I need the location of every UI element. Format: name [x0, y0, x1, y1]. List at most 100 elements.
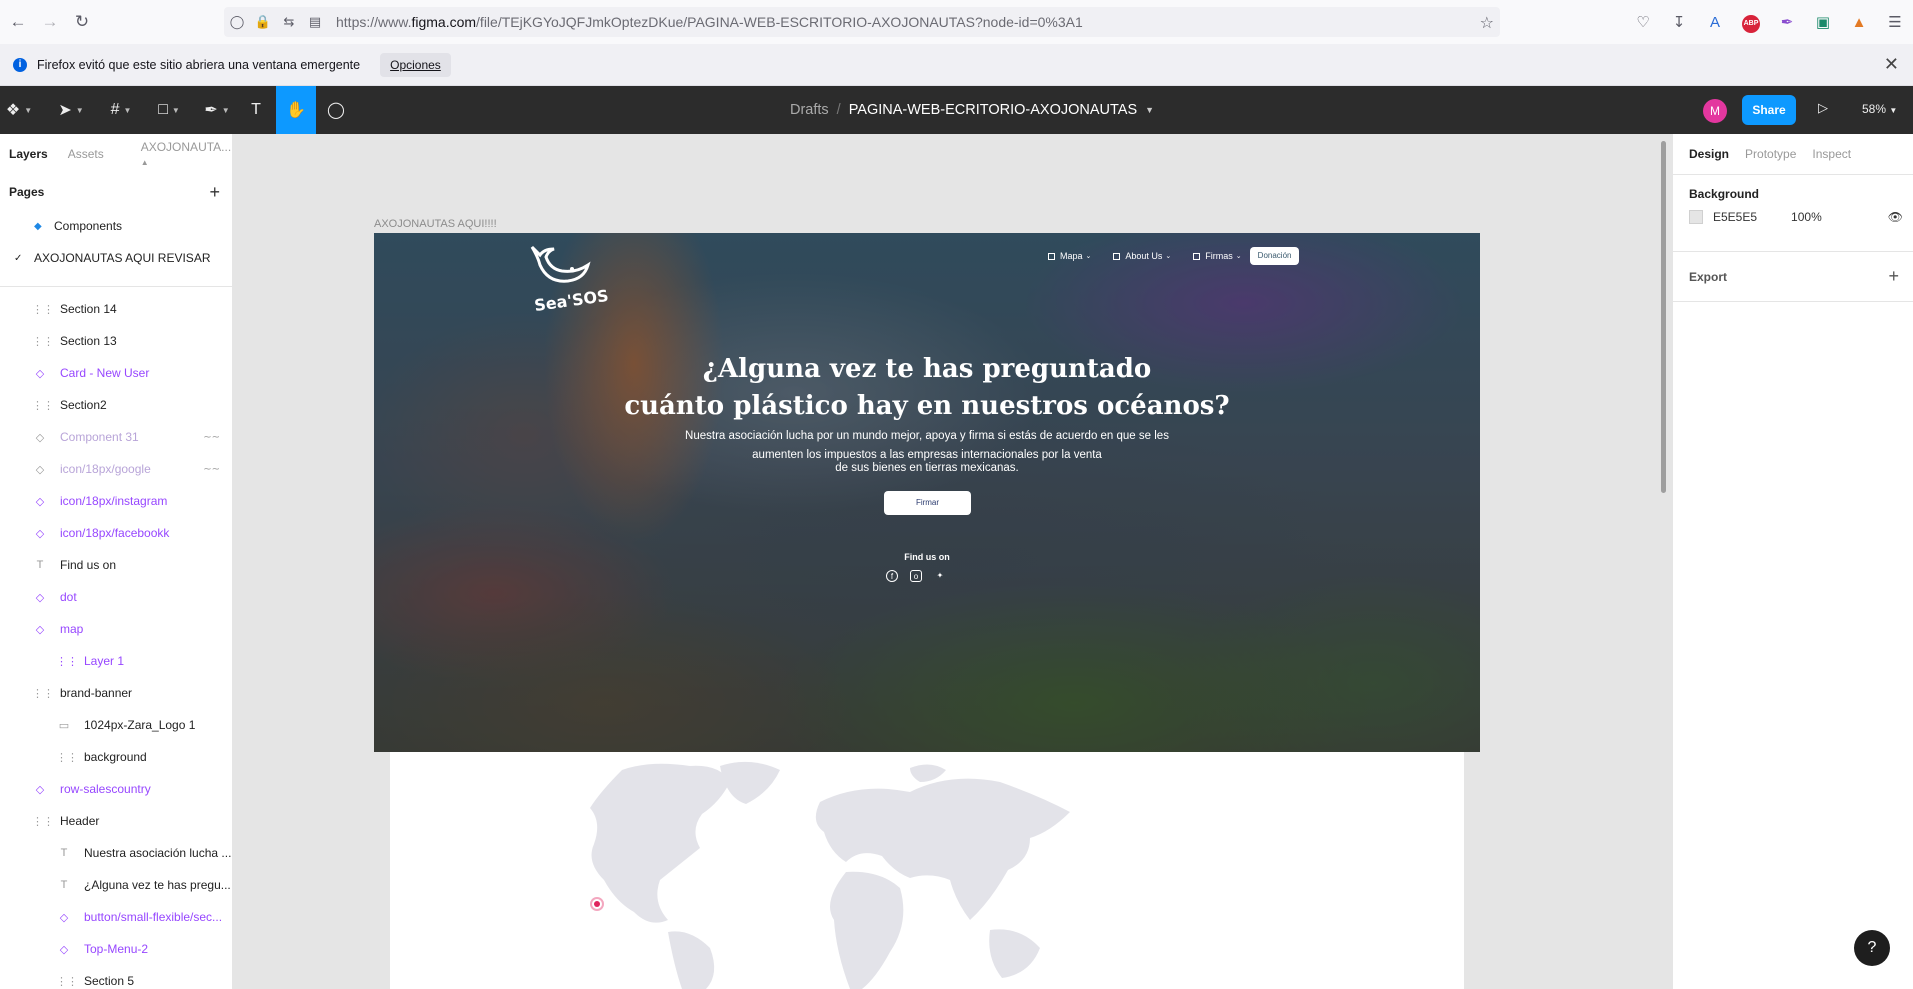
options-button[interactable]: Opciones [380, 52, 451, 77]
pocket-icon[interactable]: ♡ [1625, 13, 1661, 31]
bg-opacity-field[interactable]: 100% [1791, 210, 1822, 224]
abp-icon[interactable]: ABP [1733, 12, 1769, 33]
add-page-icon[interactable]: + [209, 182, 220, 203]
close-icon[interactable]: ✕ [1884, 54, 1899, 75]
layer-item[interactable]: ⋮⋮ Section2 [0, 389, 232, 421]
fox-icon[interactable]: ▲ [1841, 14, 1877, 31]
layer-item[interactable]: ⋮⋮ brand-banner [0, 677, 232, 709]
shield-icon[interactable]: ◯ [224, 14, 250, 30]
pen-icon[interactable]: ✒ [1769, 13, 1805, 31]
layer-item[interactable]: ▭ 1024px-Zara_Logo 1 [0, 709, 232, 741]
layer-item[interactable]: ◇ Component 31 ∼∼ [0, 421, 232, 453]
popup-blocked-notification: i Firefox evitó que este sitio abriera u… [0, 44, 1913, 86]
frame-icon: ⋮⋮ [56, 655, 78, 668]
nav-label: Firmas [1205, 251, 1233, 261]
layer-label: Section 13 [60, 334, 117, 348]
hand-tool-button[interactable]: ✋ [276, 86, 316, 134]
divider [0, 286, 232, 287]
text-tool-button[interactable]: T [244, 86, 268, 134]
reload-icon[interactable]: ↻ [68, 8, 96, 36]
add-export-icon[interactable]: + [1888, 266, 1899, 287]
star-icon[interactable]: ☆ [1480, 13, 1494, 33]
layer-label: dot [60, 590, 77, 604]
facebook-icon[interactable]: f [886, 570, 898, 582]
tab-inspect[interactable]: Inspect [1812, 147, 1851, 161]
page-item-axojonautas[interactable]: ✓ AXOJONAUTAS AQUI REVISAR [0, 242, 232, 274]
layer-item[interactable]: T ¿Alguna vez te has pregu... [0, 869, 232, 901]
layer-item[interactable]: ⋮⋮ Section 14 [0, 293, 232, 325]
frame-label[interactable]: AXOJONAUTAS AQUI!!!! [374, 218, 497, 230]
map-section[interactable] [390, 752, 1464, 989]
layer-item[interactable]: ◇ Top-Menu-2 [0, 933, 232, 965]
lock-icon[interactable]: 🔒 [250, 14, 276, 30]
layer-label: brand-banner [60, 686, 133, 700]
breadcrumb-drafts[interactable]: Drafts [790, 102, 829, 118]
layer-label: icon/18px/instagram [60, 494, 168, 508]
layer-item[interactable]: ◇ icon/18px/google ∼∼ [0, 453, 232, 485]
layer-item[interactable]: ◇ icon/18px/instagram [0, 485, 232, 517]
layer-item[interactable]: ◇ button/small-flexible/sec... [0, 901, 232, 933]
layer-item[interactable]: ◇ row-salescountry [0, 773, 232, 805]
move-tool-button[interactable]: ➤ ▼ [52, 86, 90, 134]
layer-item[interactable]: ◇ map [0, 613, 232, 645]
page-icon[interactable]: ▤ [302, 14, 328, 30]
instagram-icon[interactable]: o [910, 570, 922, 582]
url-text[interactable]: https://www.figma.com/file/TEjKGYoJQFJmk… [336, 14, 1083, 30]
eye-icon[interactable]: 👁 [1888, 210, 1903, 224]
hidden-eye-icon[interactable]: ∼∼ [203, 432, 220, 443]
tab-file[interactable]: AXOJONAUTA... ▲ [132, 140, 232, 168]
tab-design[interactable]: Design [1689, 147, 1729, 161]
back-icon[interactable]: ← [4, 8, 32, 36]
canvas-scrollbar[interactable] [1661, 141, 1666, 493]
tab-layers[interactable]: Layers [9, 147, 48, 161]
tab-prototype[interactable]: Prototype [1745, 147, 1796, 161]
nav-about-us[interactable]: About Us ⌄ [1113, 251, 1171, 261]
pen-tool-button[interactable]: ✒ ▼ [198, 86, 236, 134]
layer-item[interactable]: ◇ dot [0, 581, 232, 613]
nav-mapa[interactable]: Mapa ⌄ [1048, 251, 1091, 261]
layer-label: map [60, 622, 84, 636]
sign-button[interactable]: Firmar [884, 491, 971, 515]
help-button[interactable]: ? [1854, 930, 1890, 966]
layer-item[interactable]: ⋮⋮ Header [0, 805, 232, 837]
hidden-eye-icon[interactable]: ∼∼ [203, 464, 220, 475]
layer-item[interactable]: ⋮⋮ Section 13 [0, 325, 232, 357]
permissions-icon[interactable]: ⇆ [276, 14, 302, 30]
extension-icon[interactable]: ▣ [1805, 13, 1841, 31]
layer-item[interactable]: ◇ icon/18px/facebookk [0, 517, 232, 549]
layer-item[interactable]: ◇ Card - New User [0, 357, 232, 389]
layer-item[interactable]: ⋮⋮ Layer 1 [0, 645, 232, 677]
share-button[interactable]: Share [1742, 95, 1796, 125]
zoom-menu[interactable]: 58% ▼ [1862, 102, 1897, 116]
shape-tool-button[interactable]: □ ▼ [150, 86, 188, 134]
download-icon[interactable]: ↧ [1661, 13, 1697, 31]
tab-assets[interactable]: Assets [68, 147, 104, 161]
chevron-down-icon[interactable]: ▼ [1145, 105, 1154, 115]
layer-item[interactable]: T Find us on [0, 549, 232, 581]
hand-icon: ✋ [286, 102, 306, 119]
main-menu-button[interactable]: ❖ ▼ [4, 86, 34, 134]
translate-icon[interactable]: A [1697, 14, 1733, 31]
donation-button[interactable]: Donación [1249, 247, 1300, 265]
menu-icon[interactable]: ☰ [1877, 13, 1913, 31]
hero-section[interactable]: Sea'SOS Mapa ⌄ About Us ⌄ Firmas ⌄ Donación… [374, 233, 1480, 752]
url-bar[interactable]: ◯ 🔒 ⇆ ▤ https://www.figma.com/file/TEjKG… [224, 7, 1500, 37]
text-icon: T [36, 559, 44, 571]
frame-tool-button[interactable]: # ▼ [102, 86, 140, 134]
layer-item[interactable]: ⋮⋮ Section 5 [0, 965, 232, 989]
layer-item[interactable]: ⋮⋮ background [0, 741, 232, 773]
twitter-icon[interactable]: ✦ [934, 570, 946, 582]
chevron-down-icon: ⌄ [1165, 253, 1172, 260]
component-instance-icon: ◇ [35, 495, 45, 508]
forward-icon[interactable]: → [36, 8, 64, 36]
avatar[interactable]: M [1703, 99, 1727, 123]
page-item-components[interactable]: ◆ Components [0, 210, 232, 242]
color-swatch[interactable] [1689, 210, 1703, 224]
file-name[interactable]: PAGINA-WEB-ECRITORIO-AXOJONAUTAS [849, 102, 1137, 118]
layer-item[interactable]: T Nuestra asociación lucha ... [0, 837, 232, 869]
bg-hex-field[interactable]: E5E5E5 [1713, 210, 1757, 224]
info-icon: i [13, 57, 27, 72]
play-icon[interactable]: ▷ [1818, 100, 1828, 116]
nav-firmas[interactable]: Firmas ⌄ [1193, 251, 1242, 261]
comment-tool-button[interactable]: ◯ [323, 86, 349, 134]
